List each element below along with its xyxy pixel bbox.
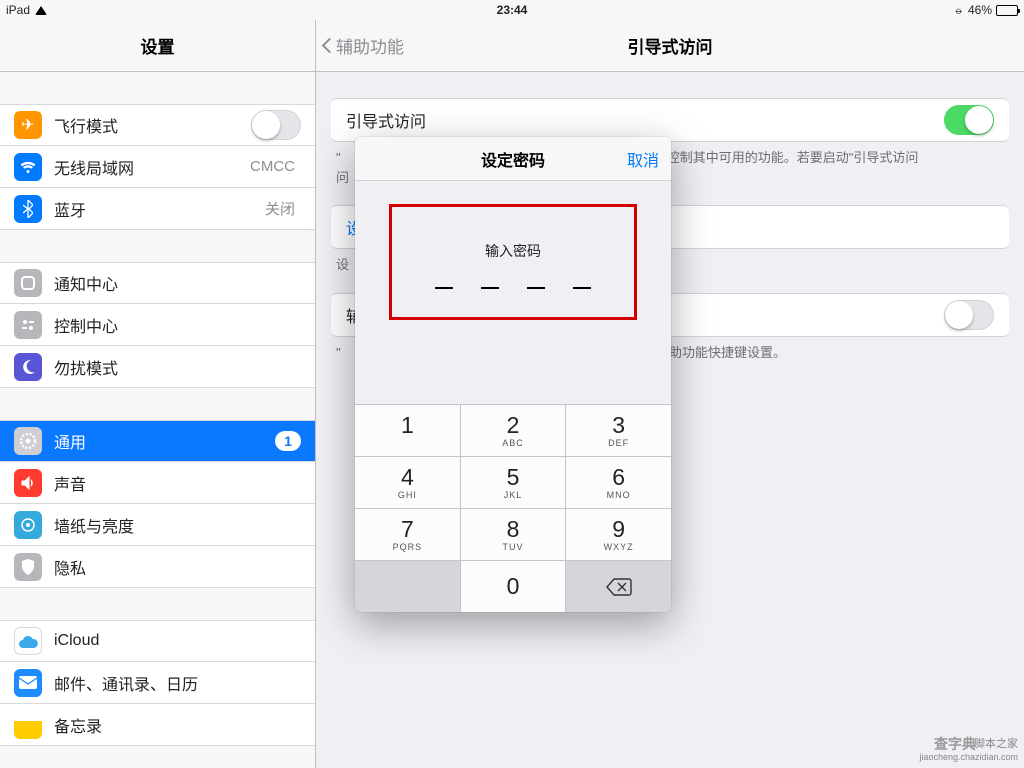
sidebar-item-label: 通用 xyxy=(54,429,86,453)
sidebar-item-value: CMCC xyxy=(250,158,301,175)
keypad-key-4[interactable]: 4GHI xyxy=(355,456,461,508)
accessibility-shortcut-toggle[interactable] xyxy=(944,300,994,330)
keypad-key-0[interactable]: 0 xyxy=(461,560,567,612)
detail-header: 辅助功能 引导式访问 xyxy=(316,20,1024,72)
numeric-keypad: 1 2ABC 3DEF 4GHI 5JKL 6MNO 7PQRS 8TUV 9W… xyxy=(355,404,671,612)
wallpaper-icon xyxy=(14,511,42,539)
keypad-key-7[interactable]: 7PQRS xyxy=(355,508,461,560)
battery-icon xyxy=(996,5,1018,16)
keypad-key-empty xyxy=(355,560,461,612)
sidebar-item-airplane[interactable]: ✈ 飞行模式 xyxy=(0,104,315,146)
sidebar-item-label: 隐私 xyxy=(54,555,86,579)
sidebar-item-label: 飞行模式 xyxy=(54,113,118,137)
sounds-icon xyxy=(14,469,42,497)
status-bar: iPad 23:44 ⦵ 46% xyxy=(0,0,1024,20)
modal-title: 设定密码 xyxy=(481,147,545,171)
keypad-key-9[interactable]: 9WXYZ xyxy=(566,508,671,560)
badge: 1 xyxy=(275,431,301,451)
keypad-key-3[interactable]: 3DEF xyxy=(566,404,671,456)
keypad-key-8[interactable]: 8TUV xyxy=(461,508,567,560)
backspace-icon xyxy=(606,578,632,596)
sidebar-item-label: 备忘录 xyxy=(54,713,102,737)
clock: 23:44 xyxy=(0,3,1024,17)
sidebar-item-label: 勿扰模式 xyxy=(54,355,118,379)
highlight-box: 输入密码 xyxy=(389,204,637,320)
sidebar-item-notes[interactable]: 备忘录 xyxy=(0,704,315,746)
control-center-icon xyxy=(14,311,42,339)
gear-icon xyxy=(14,427,42,455)
keypad-key-5[interactable]: 5JKL xyxy=(461,456,567,508)
sidebar-item-label: 蓝牙 xyxy=(54,197,86,221)
airplane-icon: ✈ xyxy=(14,111,42,139)
notifications-icon xyxy=(14,269,42,297)
sidebar-item-notifications[interactable]: 通知中心 xyxy=(0,262,315,304)
sidebar-item-label: 声音 xyxy=(54,471,86,495)
sidebar-item-control-center[interactable]: 控制中心 xyxy=(0,304,315,346)
sidebar-item-label: 墙纸与亮度 xyxy=(54,513,134,537)
keypad-key-1[interactable]: 1 xyxy=(355,404,461,456)
sidebar-item-label: 控制中心 xyxy=(54,313,118,337)
sidebar-item-label: 邮件、通讯录、日历 xyxy=(54,671,198,695)
modal-header: 设定密码 取消 xyxy=(355,137,671,181)
passcode-modal: 设定密码 取消 输入密码 1 2ABC 3DEF 4GHI 5JKL 6MNO … xyxy=(355,137,671,612)
sidebar-item-wifi[interactable]: 无线局域网 CMCC xyxy=(0,146,315,188)
sidebar-title: 设置 xyxy=(0,20,315,72)
sidebar-item-general[interactable]: 通用 1 xyxy=(0,420,315,462)
cell-label: 引导式访问 xyxy=(346,108,426,132)
airplane-toggle[interactable] xyxy=(251,110,301,140)
passcode-prompt: 输入密码 xyxy=(485,241,541,261)
cancel-button[interactable]: 取消 xyxy=(627,147,659,171)
sidebar-item-mail[interactable]: 邮件、通讯录、日历 xyxy=(0,662,315,704)
sidebar-item-icloud[interactable]: iCloud xyxy=(0,620,315,662)
sidebar-item-wallpaper[interactable]: 墙纸与亮度 xyxy=(0,504,315,546)
sidebar-item-dnd[interactable]: 勿扰模式 xyxy=(0,346,315,388)
sidebar-item-value: 关闭 xyxy=(265,198,301,219)
bluetooth-icon xyxy=(14,195,42,223)
keypad-key-backspace[interactable] xyxy=(566,560,671,612)
sidebar-item-sounds[interactable]: 声音 xyxy=(0,462,315,504)
sidebar-item-label: 无线局域网 xyxy=(54,155,134,179)
guided-access-cell[interactable]: 引导式访问 xyxy=(331,98,1009,142)
sidebar-item-privacy[interactable]: 隐私 xyxy=(0,546,315,588)
dnd-icon xyxy=(14,353,42,381)
keypad-key-2[interactable]: 2ABC xyxy=(461,404,567,456)
wifi-settings-icon xyxy=(14,153,42,181)
privacy-icon xyxy=(14,553,42,581)
sidebar-item-bluetooth[interactable]: 蓝牙 关闭 xyxy=(0,188,315,230)
mail-icon xyxy=(14,669,42,697)
guided-access-toggle[interactable] xyxy=(944,105,994,135)
keypad-key-6[interactable]: 6MNO xyxy=(566,456,671,508)
passcode-dots xyxy=(435,287,591,289)
icloud-icon xyxy=(14,627,42,655)
page-title: 引导式访问 xyxy=(316,33,1024,58)
sidebar-item-label: 通知中心 xyxy=(54,271,118,295)
watermark-text: 脚本之家jiaocheng.chazidian.com xyxy=(919,738,1018,764)
sidebar-item-label: iCloud xyxy=(54,632,99,650)
settings-sidebar: 设置 ✈ 飞行模式 无线局域网 CMCC 蓝牙 关闭 通知中心 控制中心 xyxy=(0,20,316,768)
notes-icon xyxy=(14,711,42,739)
